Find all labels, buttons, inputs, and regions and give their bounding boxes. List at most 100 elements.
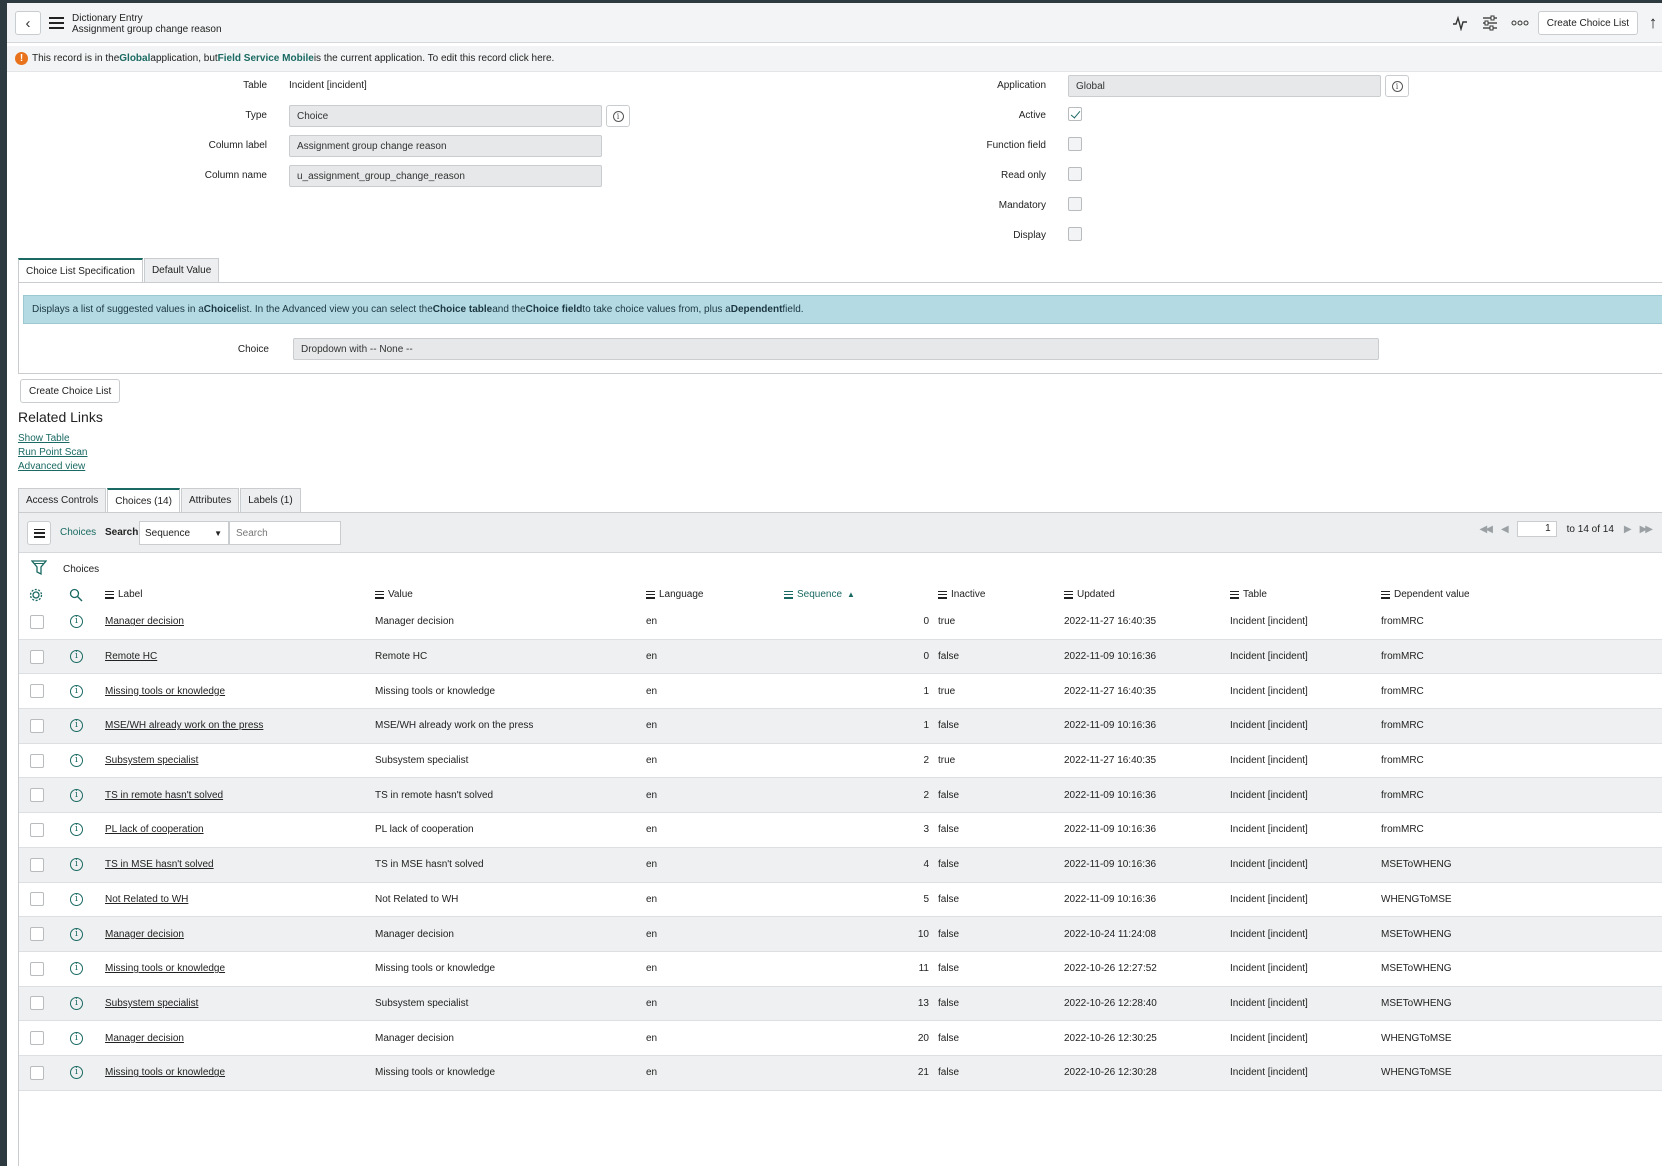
cell-label[interactable]: Subsystem specialist bbox=[105, 987, 198, 1021]
row-info-icon[interactable]: i bbox=[70, 952, 83, 986]
tab-choices[interactable]: Choices (14) bbox=[107, 488, 180, 512]
cell-label[interactable]: Manager decision bbox=[105, 917, 184, 951]
row-info-icon[interactable]: i bbox=[70, 1021, 83, 1055]
settings-sliders-icon[interactable] bbox=[1478, 11, 1502, 35]
next-page-icon[interactable]: ▶ bbox=[1624, 524, 1632, 535]
read-only-checkbox[interactable] bbox=[1068, 167, 1082, 181]
tab-default-value[interactable]: Default Value bbox=[143, 258, 220, 282]
cell-label[interactable]: Remote HC bbox=[105, 640, 157, 674]
run-point-scan-link[interactable]: Run Point Scan bbox=[18, 447, 88, 458]
create-choice-list-button[interactable]: Create Choice List bbox=[20, 379, 121, 403]
choice-field[interactable]: Dropdown with -- None -- bbox=[293, 338, 1379, 360]
first-page-icon[interactable]: ◀◀ bbox=[1480, 524, 1493, 535]
filter-icon[interactable] bbox=[31, 559, 47, 577]
form-menu-icon[interactable] bbox=[49, 17, 64, 29]
table-row[interactable]: i Remote HC Remote HC en 0 false 2022-11-09 10… bbox=[19, 639, 1662, 675]
row-info-icon[interactable]: i bbox=[70, 848, 83, 882]
row-select-checkbox[interactable] bbox=[30, 848, 44, 882]
cell-label[interactable]: Manager decision bbox=[105, 605, 184, 639]
row-select-checkbox[interactable] bbox=[30, 1056, 44, 1090]
row-select-checkbox[interactable] bbox=[30, 605, 44, 639]
row-info-icon[interactable]: i bbox=[70, 917, 83, 951]
table-row[interactable]: i TS in remote hasn't solved TS in remote … bbox=[19, 778, 1662, 814]
table-row[interactable]: i MSE/WH already work on the press MSE/WH … bbox=[19, 709, 1662, 744]
type-field[interactable]: Choice bbox=[289, 105, 602, 127]
row-select-checkbox[interactable] bbox=[30, 640, 44, 674]
row-info-icon[interactable]: i bbox=[70, 640, 83, 674]
function-field-checkbox[interactable] bbox=[1068, 137, 1082, 151]
row-select-checkbox[interactable] bbox=[30, 952, 44, 986]
row-select-checkbox[interactable] bbox=[30, 674, 44, 708]
cell-label[interactable]: PL lack of cooperation bbox=[105, 813, 204, 847]
column-header-table[interactable]: Table bbox=[1230, 589, 1267, 600]
cell-label[interactable]: TS in remote hasn't solved bbox=[105, 778, 223, 812]
filter-breadcrumb[interactable]: Choices bbox=[63, 564, 99, 575]
row-select-checkbox[interactable] bbox=[30, 813, 44, 847]
tab-choice-list-specification[interactable]: Choice List Specification bbox=[18, 258, 143, 282]
row-select-checkbox[interactable] bbox=[30, 987, 44, 1021]
active-checkbox[interactable] bbox=[1068, 107, 1082, 121]
column-header-dependent-value[interactable]: Dependent value bbox=[1381, 589, 1470, 600]
type-info-button[interactable]: i bbox=[606, 105, 630, 127]
table-row[interactable]: i TS in MSE hasn't solved TS in MSE hasn't… bbox=[19, 847, 1662, 883]
row-info-icon[interactable]: i bbox=[70, 1056, 83, 1090]
row-info-icon[interactable]: i bbox=[70, 778, 83, 812]
column-header-label[interactable]: Label bbox=[105, 589, 142, 600]
cell-label[interactable]: Missing tools or knowledge bbox=[105, 674, 225, 708]
back-button[interactable]: ‹ bbox=[15, 11, 41, 35]
table-row[interactable]: i Manager decision Manager decision en 0 true… bbox=[19, 605, 1662, 640]
column-header-updated[interactable]: Updated bbox=[1064, 589, 1115, 600]
more-options-icon[interactable] bbox=[1508, 11, 1532, 35]
row-select-checkbox[interactable] bbox=[30, 778, 44, 812]
mandatory-checkbox[interactable] bbox=[1068, 197, 1082, 211]
tab-attributes[interactable]: Attributes bbox=[180, 488, 240, 512]
column-header-language[interactable]: Language bbox=[646, 589, 704, 600]
search-icon[interactable] bbox=[69, 588, 83, 602]
row-info-icon[interactable]: i bbox=[70, 883, 83, 917]
table-row[interactable]: i PL lack of cooperation PL lack of cooper… bbox=[19, 813, 1662, 848]
table-row[interactable]: i Subsystem specialist Subsystem specialis… bbox=[19, 744, 1662, 779]
table-row[interactable]: i Subsystem specialist Subsystem specialis… bbox=[19, 986, 1662, 1022]
row-info-icon[interactable]: i bbox=[70, 744, 83, 778]
column-name-field[interactable]: u_assignment_group_change_reason bbox=[289, 165, 602, 187]
cell-label[interactable]: Not Related to WH bbox=[105, 883, 188, 917]
arrow-up-icon[interactable]: ↑ bbox=[1644, 11, 1662, 35]
cell-label[interactable]: Missing tools or knowledge bbox=[105, 952, 225, 986]
display-checkbox[interactable] bbox=[1068, 227, 1082, 241]
gear-icon[interactable] bbox=[29, 588, 43, 602]
row-select-checkbox[interactable] bbox=[30, 917, 44, 951]
table-row[interactable]: i Missing tools or knowledge Missing tools… bbox=[19, 952, 1662, 987]
table-row[interactable]: i Missing tools or knowledge Missing tools… bbox=[19, 674, 1662, 710]
row-select-checkbox[interactable] bbox=[30, 709, 44, 743]
application-field[interactable]: Global bbox=[1068, 75, 1381, 97]
previous-page-icon[interactable]: ◀ bbox=[1501, 524, 1509, 535]
application-info-button[interactable]: i bbox=[1385, 75, 1409, 97]
table-row[interactable]: i Missing tools or knowledge Missing tools… bbox=[19, 1055, 1662, 1091]
row-info-icon[interactable]: i bbox=[70, 709, 83, 743]
column-header-value[interactable]: Value bbox=[375, 589, 413, 600]
table-row[interactable]: i Not Related to WH Not Related to WH en 5 fa… bbox=[19, 883, 1662, 918]
advanced-view-link[interactable]: Advanced view bbox=[18, 461, 85, 472]
activity-icon[interactable] bbox=[1448, 11, 1472, 35]
tab-access-controls[interactable]: Access Controls bbox=[18, 488, 107, 512]
column-label-field[interactable]: Assignment group change reason bbox=[289, 135, 602, 157]
row-select-checkbox[interactable] bbox=[30, 1021, 44, 1055]
cell-label[interactable]: Subsystem specialist bbox=[105, 744, 198, 778]
row-info-icon[interactable]: i bbox=[70, 813, 83, 847]
cell-label[interactable]: Manager decision bbox=[105, 1021, 184, 1055]
last-page-icon[interactable]: ▶▶ bbox=[1640, 524, 1653, 535]
banner-edit-link[interactable]: is the current application. To edit this… bbox=[314, 53, 555, 64]
row-select-checkbox[interactable] bbox=[30, 744, 44, 778]
tab-labels[interactable]: Labels (1) bbox=[240, 488, 301, 512]
column-header-sequence[interactable]: Sequence ▲ bbox=[784, 589, 855, 600]
show-table-link[interactable]: Show Table bbox=[18, 433, 70, 444]
list-menu-button[interactable] bbox=[27, 521, 51, 545]
list-title[interactable]: Choices bbox=[60, 527, 96, 538]
page-number-input[interactable]: 1 bbox=[1516, 521, 1557, 537]
cell-label[interactable]: TS in MSE hasn't solved bbox=[105, 848, 214, 882]
row-info-icon[interactable]: i bbox=[70, 605, 83, 639]
cell-label[interactable]: MSE/WH already work on the press bbox=[105, 709, 263, 743]
search-input[interactable]: Search bbox=[229, 521, 341, 545]
row-info-icon[interactable]: i bbox=[70, 987, 83, 1021]
row-select-checkbox[interactable] bbox=[30, 883, 44, 917]
